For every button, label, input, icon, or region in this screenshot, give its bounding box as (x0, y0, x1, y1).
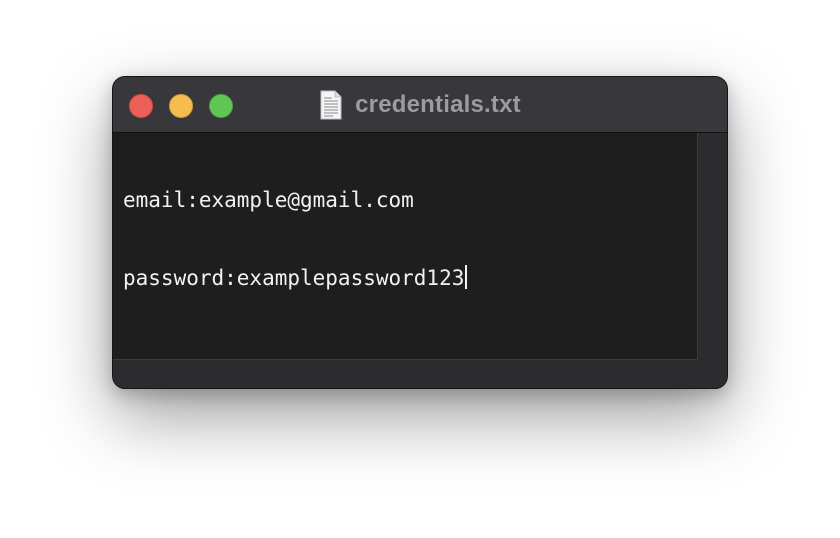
text-cursor (465, 265, 468, 289)
text-document-icon (319, 90, 343, 120)
window-bottom-bar (113, 360, 727, 388)
window-title-group: credentials.txt (113, 77, 727, 132)
window-title: credentials.txt (355, 90, 521, 118)
text-line[interactable]: email:example@gmail.com (123, 187, 467, 213)
title-bar[interactable]: credentials.txt (113, 77, 727, 133)
document-text[interactable]: email:example@gmail.com password:example… (123, 135, 468, 343)
text-line[interactable]: password:examplepassword123 (123, 265, 468, 291)
vertical-scrollbar[interactable] (698, 133, 727, 360)
text-editor-area[interactable]: email:example@gmail.com password:example… (113, 133, 698, 360)
text-editor-window: credentials.txt email:example@gmail.com … (112, 76, 728, 389)
